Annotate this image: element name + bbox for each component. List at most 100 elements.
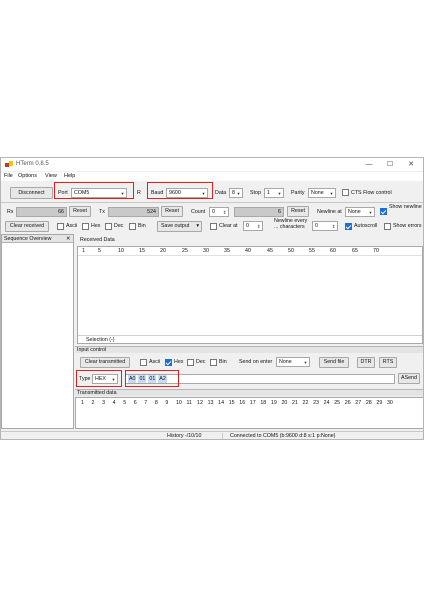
ruler-tick: 55: [309, 248, 315, 254]
ruler-tick: 30: [386, 400, 393, 406]
clear-at-stepper[interactable]: 0 ⇕: [243, 221, 263, 231]
port-select[interactable]: COM5 ▾: [71, 188, 127, 198]
ruler-tick: 6: [133, 400, 137, 406]
tx-dec-label: Dec: [196, 359, 206, 365]
newline-every-stepper[interactable]: 0 ⇕: [312, 221, 338, 231]
ruler-tick: 19: [270, 400, 277, 406]
tx-bin-checkbox[interactable]: [210, 359, 217, 366]
show-newline-label: Show newline: [389, 204, 422, 210]
rx-reset-button[interactable]: Reset: [69, 206, 91, 217]
ruler-tick: 24: [323, 400, 330, 406]
chevron-down-icon: ▾: [330, 191, 333, 196]
rx-hex-label: Hex: [91, 223, 101, 229]
port-label: Port: [58, 190, 68, 196]
rx-hex-checkbox[interactable]: [82, 223, 89, 230]
menu-options[interactable]: Options: [18, 173, 37, 179]
received-data-title: Received Data: [80, 237, 115, 243]
transmitted-data-area[interactable]: 1 2 3 4 5 6 7 8 9 10 11 12 13 14 15 16 17 18 19 20 21 22 23 24 2…: [75, 397, 423, 429]
newline-at-select[interactable]: None ▾: [345, 207, 375, 217]
clear-transmitted-button[interactable]: Clear transmitted: [80, 357, 130, 368]
rx-counter: 66: [16, 207, 67, 217]
stop-bits-value: 1: [267, 190, 270, 196]
parity-select[interactable]: None ▾: [308, 188, 336, 198]
count-field: 6: [234, 207, 284, 217]
rx-ascii-label: Ascii: [66, 223, 78, 229]
save-output-button[interactable]: Save output ▾: [157, 221, 202, 232]
rx-bin-label: Bin: [138, 223, 146, 229]
app-logo-icon: [5, 161, 13, 167]
ruler-tick: 12: [197, 400, 203, 406]
menu-bar: File Options View Help: [1, 172, 423, 181]
show-newline-checkbox[interactable]: [380, 208, 387, 215]
cts-flow-checkbox[interactable]: [342, 189, 349, 196]
autoscroll-checkbox[interactable]: [345, 223, 352, 230]
count-value: 0: [212, 209, 215, 215]
count-stepper[interactable]: 0 ⇕: [209, 207, 229, 217]
tx-dec-checkbox[interactable]: [187, 359, 194, 366]
send-file-button[interactable]: Send file: [319, 357, 349, 368]
tx-ascii-checkbox[interactable]: [140, 359, 147, 366]
ruler-tick: 17: [249, 400, 256, 406]
close-icon[interactable]: ✕: [405, 159, 417, 170]
ruler-tick: 20: [160, 248, 166, 254]
rts-button[interactable]: RTS: [379, 357, 397, 368]
hex-input-highlight: [125, 370, 179, 387]
selection-bar: Selection (-): [78, 335, 422, 343]
ruler-tick: 5: [123, 400, 127, 406]
type-select[interactable]: HEX ▾: [92, 374, 118, 384]
ruler-tick: 35: [224, 248, 230, 254]
ruler-tick: 23: [313, 400, 319, 406]
newline-every-value: 0: [315, 223, 318, 229]
cts-flow-label: CTS Flow control: [351, 190, 392, 196]
refresh-ports-button[interactable]: R: [137, 189, 141, 197]
data-bits-select[interactable]: 8 ▾: [229, 188, 243, 198]
tx-hex-label: Hex: [174, 359, 184, 365]
minimize-icon[interactable]: —: [363, 159, 375, 170]
disconnect-button[interactable]: Disconnect: [10, 187, 53, 199]
clear-at-checkbox[interactable]: [210, 223, 217, 230]
rx-ascii-checkbox[interactable]: [57, 223, 64, 230]
menu-help[interactable]: Help: [64, 173, 75, 179]
show-errors-label: Show errors: [393, 223, 422, 229]
status-divider: [222, 433, 223, 439]
sequence-overview-title: Sequence Overview: [4, 236, 52, 242]
baud-select[interactable]: 9600 ▾: [166, 188, 208, 198]
send-on-enter-label: Send on enter: [239, 359, 273, 365]
menu-view[interactable]: View: [45, 173, 57, 179]
toolbar-divider: [1, 202, 423, 203]
rx-dec-checkbox[interactable]: [105, 223, 112, 230]
rx-bin-checkbox[interactable]: [129, 223, 136, 230]
send-on-enter-select[interactable]: None ▾: [276, 357, 310, 367]
show-errors-checkbox[interactable]: [384, 223, 391, 230]
received-data-area[interactable]: 1 5 10 15 20 25 30 35 40 45 50 55 60 65 …: [77, 246, 423, 344]
autoscroll-label: Autoscroll: [354, 223, 378, 229]
tx-hex-checkbox[interactable]: [165, 359, 172, 366]
ruler-tick: 27: [355, 400, 362, 406]
stop-label: Stop: [250, 190, 261, 196]
ruler-tick: 15: [228, 400, 235, 406]
stepper-icon: ⇕: [222, 210, 227, 215]
chevron-down-icon: ▾: [278, 191, 281, 196]
tx-reset-button[interactable]: Reset: [161, 206, 183, 217]
stop-bits-select[interactable]: 1 ▾: [264, 188, 284, 198]
transmitted-data-title: Transmitted data: [77, 390, 117, 396]
characters-label: ... characters: [274, 224, 305, 230]
asend-button[interactable]: ASend: [398, 373, 420, 384]
count-reset-button[interactable]: Reset: [287, 206, 309, 217]
menu-file[interactable]: File: [4, 173, 13, 179]
ruler-tick: 28: [365, 400, 372, 406]
baud-label: Baud: [151, 190, 164, 196]
ruler-tick: 25: [182, 248, 188, 254]
ruler-tick: 70: [373, 248, 379, 254]
ruler-tick: 18: [260, 400, 267, 406]
clear-received-button[interactable]: Clear received: [5, 221, 49, 232]
type-value: HEX: [95, 376, 106, 382]
ruler-tick: 11: [186, 400, 193, 406]
ruler-tick: 21: [292, 400, 298, 406]
close-icon[interactable]: ✕: [66, 235, 70, 243]
maximize-icon[interactable]: ☐: [384, 159, 396, 170]
ruler-tick: 22: [302, 400, 309, 406]
ruler-tick: 5: [98, 248, 101, 254]
dtr-button[interactable]: DTR: [357, 357, 375, 368]
transmitted-ruler: 1 2 3 4 5 6 7 8 9 10 11 12 13 14 15 16 17 18 19 20 21 22 23 24 2…: [76, 399, 423, 407]
